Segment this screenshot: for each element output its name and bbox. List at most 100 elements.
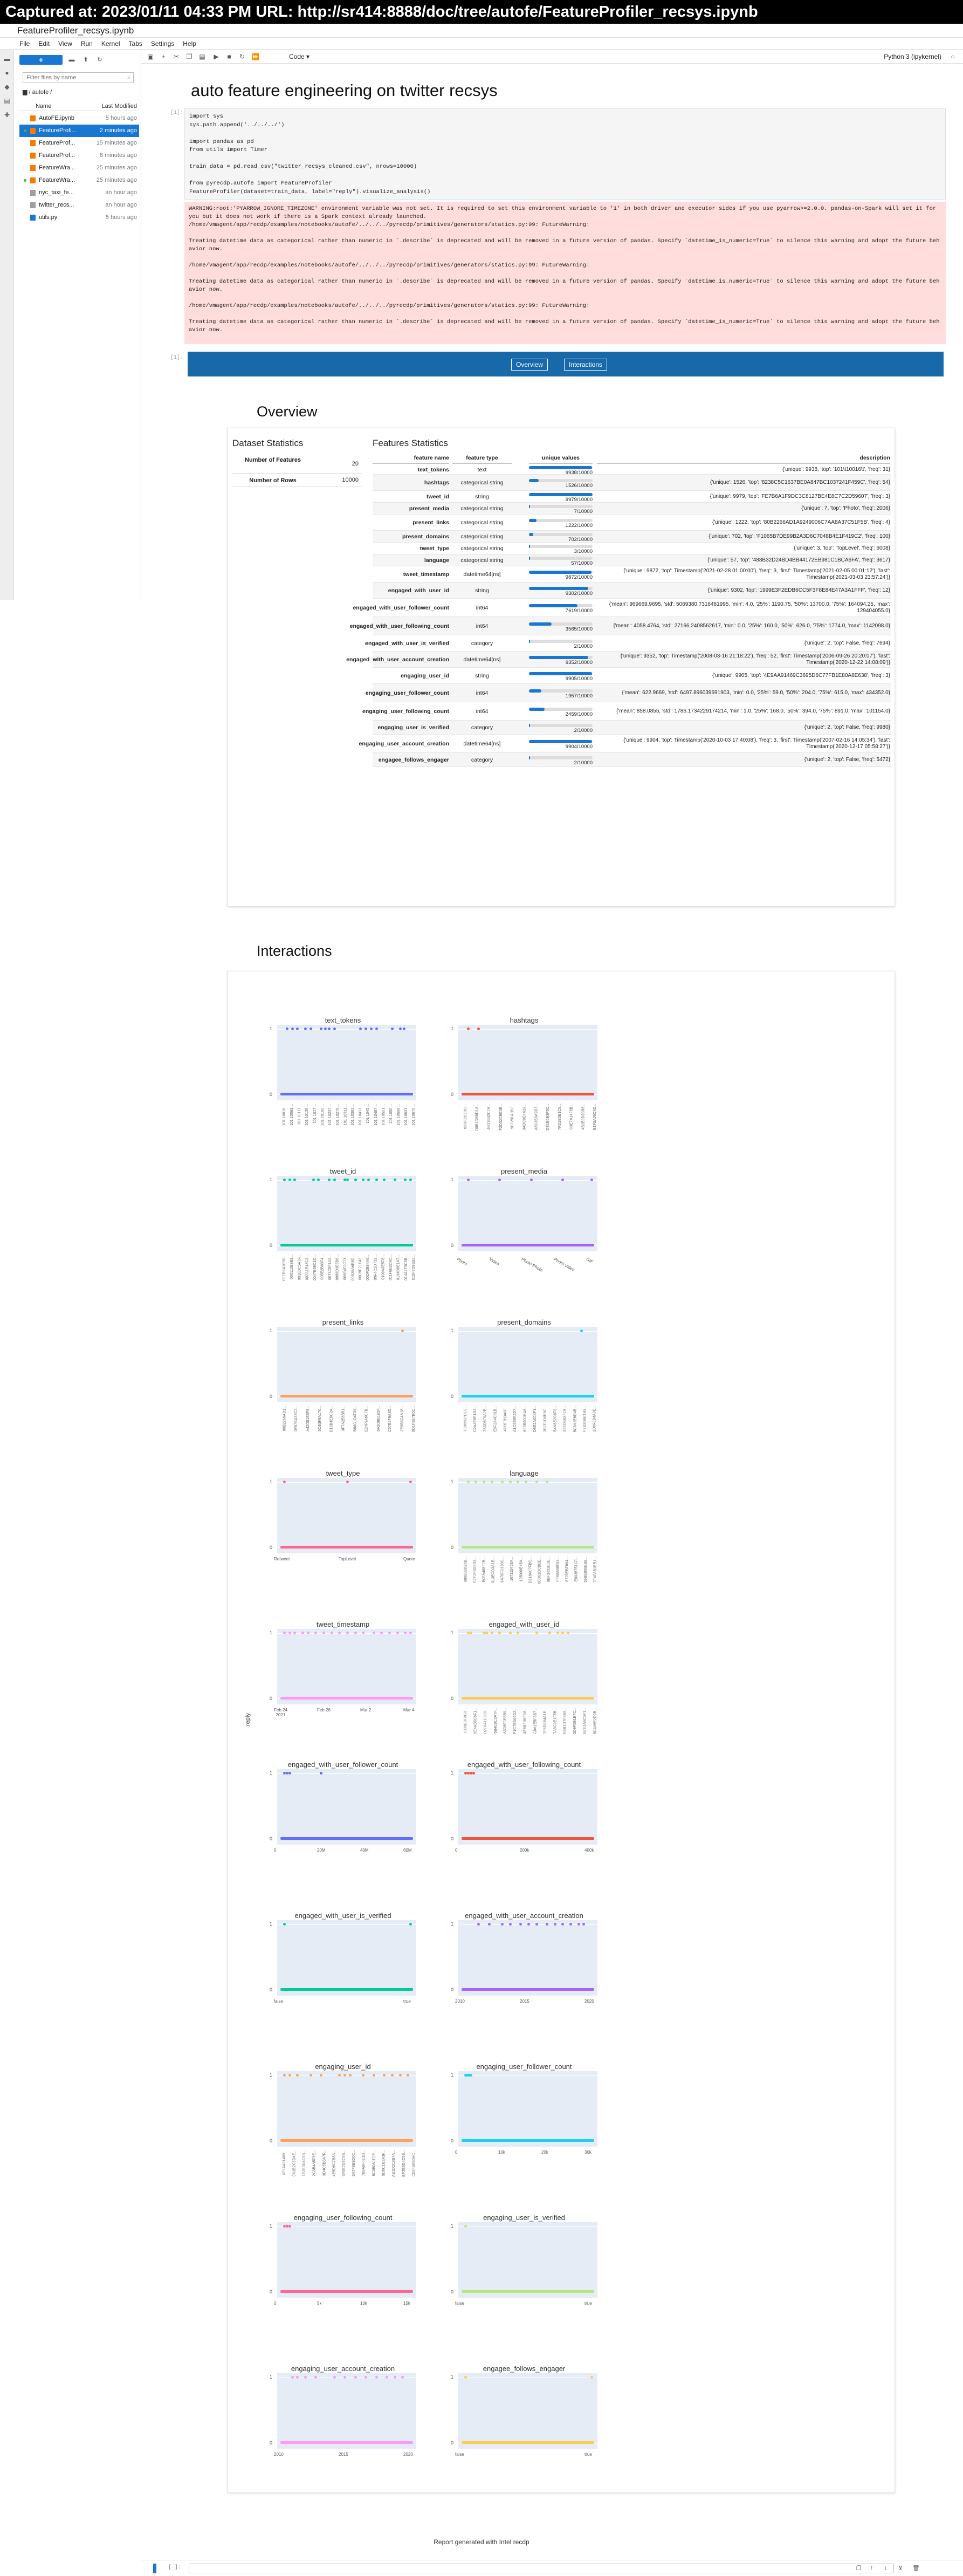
- feature-type: string: [475, 587, 489, 594]
- data-point: [367, 1179, 370, 1181]
- x-tick-label: F1065B7DE9...: [464, 1406, 467, 1431]
- y-tick-label: 1: [270, 1770, 273, 1776]
- file-row[interactable]: FeatureProf... 15 minutes ago: [19, 137, 139, 149]
- data-point: [309, 2074, 312, 2077]
- x-tick-label: 101 1045 ...: [366, 1104, 370, 1123]
- new-folder-icon[interactable]: ▬: [67, 55, 77, 65]
- code-cell[interactable]: import sys sys.path.append('../../../') im…: [184, 108, 946, 200]
- folder-icon[interactable]: ▬: [3, 55, 11, 63]
- menu-item-edit[interactable]: Edit: [38, 38, 50, 49]
- menu-item-tabs[interactable]: Tabs: [129, 38, 142, 49]
- data-point: [483, 1481, 486, 1483]
- feature-description: {'unique': 57, 'top': '488B32D24BD4BB441…: [707, 557, 890, 563]
- x-tick-label: E6936751CF...: [574, 1557, 579, 1582]
- commands-icon[interactable]: ◆: [3, 83, 11, 91]
- add-below-icon[interactable]: ⊻: [898, 2565, 903, 2572]
- delete-cell-icon[interactable]: 🗑: [912, 2565, 920, 2572]
- x-tick-label: 20k: [541, 2150, 548, 2155]
- plot-area: [277, 2373, 416, 2449]
- kernel-name[interactable]: Python 3 (ipykernel): [884, 53, 941, 60]
- x-tick-label: C57E2F9A4D...: [388, 1406, 393, 1433]
- new-launcher-button[interactable]: +: [19, 55, 63, 65]
- y-tick-label: 1: [270, 1479, 273, 1484]
- feature-row: engaged_with_user_follower_count int64 761…: [353, 599, 891, 617]
- save-icon[interactable]: ▣: [147, 53, 154, 60]
- plot-area: [458, 1629, 597, 1704]
- file-row[interactable]: FeatureProfi... 2 minutes ago: [19, 125, 139, 137]
- interactions-nav-button[interactable]: Interactions: [564, 359, 608, 371]
- x-tick-label: 5C8A2E6D4B...: [573, 1406, 577, 1433]
- add-cell-icon[interactable]: +: [160, 53, 167, 60]
- x-tick-label: 7B3D5F9A2E...: [483, 1406, 487, 1432]
- file-row[interactable]: twitter_recs... an hour ago: [19, 199, 139, 211]
- modified-column-header[interactable]: Last Modified: [102, 101, 137, 111]
- file-row[interactable]: FeatureProf... 8 minutes ago: [19, 149, 139, 162]
- name-column-header[interactable]: Name: [36, 101, 51, 111]
- move-down-icon[interactable]: ↓: [884, 2565, 888, 2571]
- x-tick-label: 9E1D5B3F7A...: [563, 1406, 567, 1432]
- feature-description: {'unique': 1222, 'top': '80B2266AD1A9249…: [712, 519, 890, 525]
- stat-value: 20: [352, 461, 359, 467]
- x-tick-label: A3D5F1E8B9...: [503, 1708, 507, 1734]
- unique-count: 9979/10000: [565, 497, 593, 503]
- data-point: [548, 1632, 552, 1634]
- extension-icon[interactable]: ✚: [3, 111, 11, 119]
- x-tick-label: 00F4C1D732...: [374, 1255, 378, 1280]
- refresh-icon[interactable]: ↻: [95, 55, 105, 65]
- menu-item-file[interactable]: File: [19, 38, 30, 49]
- menu-item-run[interactable]: Run: [81, 38, 93, 49]
- copy-cell-icon[interactable]: ❐: [856, 2565, 862, 2572]
- upload-icon[interactable]: ⬆: [81, 55, 91, 65]
- breadcrumb[interactable]: ▆ / autofe /: [23, 88, 52, 95]
- cut-icon[interactable]: ✂: [173, 53, 180, 60]
- tabs-icon[interactable]: ▤: [3, 97, 11, 105]
- unique-bar-fill: [529, 756, 531, 759]
- data-point: [393, 2376, 396, 2379]
- stop-icon[interactable]: ■: [225, 53, 233, 60]
- running-icon[interactable]: ●: [3, 69, 11, 77]
- report-navbar: Overview Interactions: [188, 352, 944, 376]
- console-input[interactable]: [189, 2564, 894, 2573]
- run-icon[interactable]: ▶: [212, 53, 220, 60]
- x-tick-label: C3E7A14F6B...: [569, 1104, 574, 1130]
- x-tick-label: 101 10631 ...: [404, 1104, 408, 1126]
- file-filter-input[interactable]: [23, 72, 134, 83]
- x-tick-label: 101 10016 ...: [283, 1104, 286, 1126]
- dataset-stats-heading: Dataset Statistics: [232, 438, 304, 448]
- unique-count: 3565/10000: [565, 626, 593, 632]
- x-tick-label: DE1E6B3F5C...: [546, 1104, 550, 1131]
- unique-bar-fill: [529, 724, 531, 727]
- move-up-icon[interactable]: ↑: [870, 2565, 873, 2571]
- menu-item-help[interactable]: Help: [183, 38, 196, 49]
- menu-item-kernel[interactable]: Kernel: [101, 38, 120, 49]
- file-modified: 5 hours ago: [105, 115, 137, 121]
- file-row[interactable]: AutoFE.ipynb 5 hours ago: [19, 112, 139, 125]
- x-tick-label: 101 10278 ...: [335, 1104, 340, 1126]
- paste-icon[interactable]: ▤: [198, 53, 206, 60]
- menu-item-settings[interactable]: Settings: [151, 38, 174, 49]
- copy-icon[interactable]: ❐: [185, 53, 193, 60]
- unique-count: 7619/10000: [565, 608, 593, 614]
- overview-nav-button[interactable]: Overview: [511, 359, 548, 371]
- restart-icon[interactable]: ↻: [238, 53, 246, 60]
- unique-bar: [529, 557, 593, 560]
- file-row[interactable]: utils.py 5 hours ago: [19, 211, 139, 224]
- menu-item-view[interactable]: View: [58, 38, 72, 49]
- data-point: [469, 2074, 472, 2077]
- cell-type-select[interactable]: Code ▾: [287, 52, 324, 61]
- fast-forward-icon[interactable]: ⏩: [251, 53, 259, 60]
- data-point: [372, 2074, 375, 2077]
- feature-description: {'unique': 9302, 'top': '1999E3F2EDB6CC5…: [707, 587, 890, 593]
- col-feature-name: feature name: [373, 452, 449, 464]
- baseline-points: [280, 1244, 413, 1246]
- x-tick-label: 2010: [274, 2452, 284, 2457]
- file-row[interactable]: FeatureWra... 25 minutes ago: [19, 162, 139, 174]
- file-icon: [30, 190, 36, 196]
- file-list-header: Name Last Modified: [19, 101, 139, 111]
- file-row[interactable]: nyc_taxi_fe... an hour ago: [19, 187, 139, 199]
- file-row[interactable]: FeatureWra... 25 minutes ago: [19, 174, 139, 187]
- feature-name: engaging_user_account_creation: [359, 740, 449, 747]
- x-tick-label: 0: [455, 2150, 458, 2155]
- gridline: [458, 1482, 597, 1483]
